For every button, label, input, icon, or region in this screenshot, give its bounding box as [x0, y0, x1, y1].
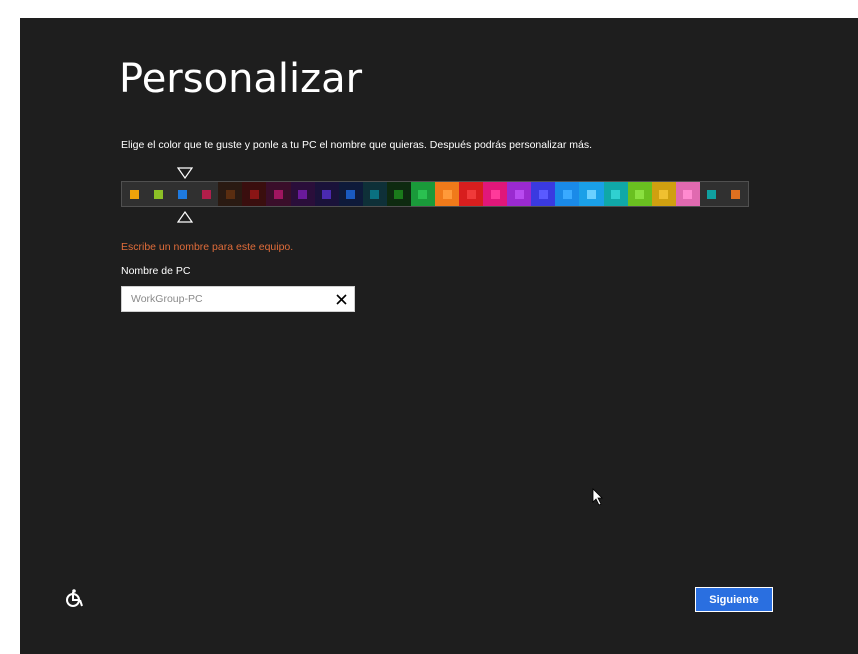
color-swatch [346, 189, 356, 199]
color-option[interactable] [555, 182, 580, 206]
selection-arrow-up-icon [177, 211, 193, 223]
color-swatch [274, 189, 283, 199]
color-swatch [635, 189, 645, 199]
color-swatch [201, 189, 211, 199]
color-option[interactable] [579, 182, 604, 206]
color-option[interactable] [266, 182, 291, 206]
color-swatch [538, 189, 548, 199]
color-option[interactable] [170, 182, 195, 206]
color-option[interactable] [483, 182, 508, 206]
pc-name-input[interactable] [122, 287, 331, 311]
color-option[interactable] [507, 182, 532, 206]
color-swatch [587, 189, 597, 199]
color-option[interactable] [603, 182, 628, 206]
color-swatch [490, 189, 500, 199]
color-option[interactable] [627, 182, 652, 206]
color-swatch [225, 189, 235, 199]
color-option[interactable] [651, 182, 676, 206]
color-swatch [466, 189, 476, 199]
color-picker[interactable] [121, 181, 749, 207]
color-swatch [298, 189, 308, 199]
color-option[interactable] [723, 182, 749, 206]
color-option[interactable] [386, 182, 411, 206]
color-swatch [562, 189, 572, 199]
color-swatch [442, 189, 452, 199]
color-swatch [322, 189, 332, 199]
page-title: Personalizar [119, 56, 363, 102]
color-option[interactable] [699, 182, 724, 206]
clear-icon[interactable] [332, 290, 350, 308]
error-message: Escribe un nombre para este equipo. [121, 241, 294, 253]
color-option[interactable] [194, 182, 219, 206]
color-swatch [249, 189, 259, 199]
selection-arrow-down-icon [177, 167, 193, 179]
page-description: Elige el color que te guste y ponle a tu… [121, 139, 593, 151]
color-swatch [611, 189, 621, 199]
color-option[interactable] [675, 182, 700, 206]
color-swatch [514, 189, 524, 199]
color-option[interactable] [338, 182, 363, 206]
color-swatch [731, 189, 741, 199]
color-option[interactable] [435, 182, 460, 206]
color-swatch [683, 189, 693, 199]
color-option[interactable] [531, 182, 556, 206]
color-option[interactable] [362, 182, 387, 206]
color-option[interactable] [218, 182, 243, 206]
color-swatch [659, 189, 669, 199]
color-swatch [370, 189, 380, 199]
next-button[interactable]: Siguiente [695, 587, 773, 612]
mouse-cursor-icon [592, 488, 603, 506]
color-swatch [394, 189, 404, 199]
color-swatch [418, 189, 428, 199]
color-option[interactable] [290, 182, 315, 206]
color-option[interactable] [242, 182, 267, 206]
color-option[interactable] [146, 182, 171, 206]
pc-name-field[interactable] [121, 286, 355, 312]
color-swatch [129, 189, 139, 199]
ease-of-access-icon[interactable] [64, 588, 86, 610]
color-swatch [177, 189, 187, 199]
setup-screen: Personalizar Elige el color que te guste… [20, 18, 858, 654]
color-option[interactable] [122, 182, 147, 206]
color-option[interactable] [410, 182, 436, 206]
color-option[interactable] [459, 182, 484, 206]
color-option[interactable] [314, 182, 339, 206]
pc-name-label: Nombre de PC [121, 265, 191, 277]
color-swatch [153, 189, 163, 199]
color-swatch [707, 189, 717, 199]
